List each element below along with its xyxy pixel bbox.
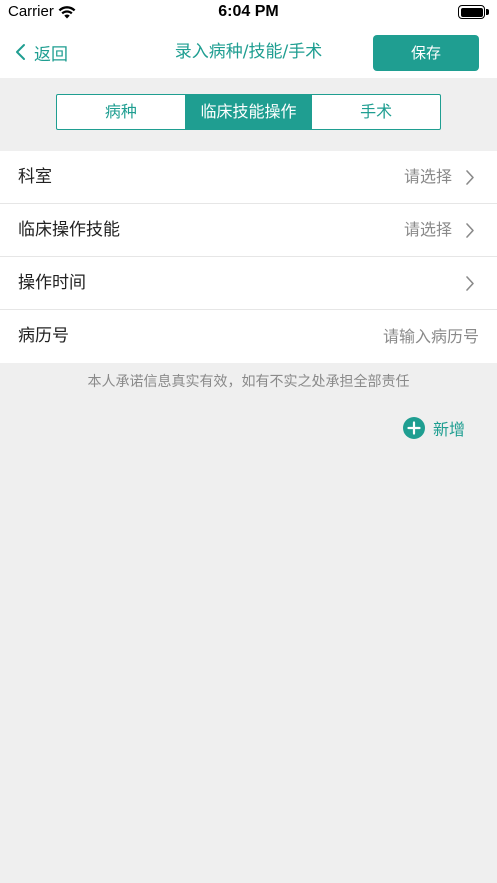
- back-button[interactable]: 返回: [14, 26, 68, 78]
- clinical-skill-row[interactable]: 临床操作技能 请选择: [0, 204, 497, 257]
- operation-time-row[interactable]: 操作时间: [0, 257, 497, 310]
- back-label: 返回: [34, 44, 68, 65]
- chevron-right-icon: [466, 170, 474, 185]
- record-number-label: 病历号: [18, 326, 69, 346]
- battery-icon: [458, 5, 489, 19]
- record-number-row: 病历号: [0, 310, 497, 363]
- department-row[interactable]: 科室 请选择: [0, 151, 497, 204]
- tab-surgery[interactable]: 手术: [312, 95, 440, 129]
- commitment-notice: 本人承诺信息真实有效，如有不实之处承担全部责任: [87, 374, 410, 390]
- department-label: 科室: [18, 167, 52, 187]
- clock: 6:04 PM: [218, 3, 279, 20]
- add-button[interactable]: 新增: [403, 416, 465, 440]
- add-label: 新增: [433, 420, 466, 439]
- nav-bar: 返回 录入病种/技能/手术 保存: [0, 26, 497, 78]
- clinical-skill-value: 请选择: [403, 220, 452, 239]
- form-list: 科室 请选择 临床操作技能 请选择 操作时间 病历号: [0, 151, 497, 363]
- department-value: 请选择: [403, 167, 452, 186]
- plus-circle-icon: [403, 417, 425, 439]
- save-button[interactable]: 保存: [373, 35, 479, 71]
- operation-time-label: 操作时间: [18, 273, 86, 293]
- record-number-input[interactable]: [279, 322, 479, 350]
- status-bar: Carrier 6:04 PM: [0, 0, 497, 26]
- tab-disease[interactable]: 病种: [57, 95, 185, 129]
- chevron-left-icon: [16, 44, 25, 60]
- segment-tabs: 病种 临床技能操作 手术: [56, 94, 441, 130]
- page-title: 录入病种/技能/手术: [174, 42, 323, 62]
- chevron-right-icon: [466, 276, 474, 291]
- chevron-right-icon: [466, 223, 474, 238]
- clinical-skill-label: 临床操作技能: [18, 220, 120, 240]
- tab-clinical-skill[interactable]: 临床技能操作: [184, 95, 313, 129]
- page: Carrier 6:04 PM 返回 录入病种/技能/手术 保存 病种 临床技能…: [0, 0, 497, 883]
